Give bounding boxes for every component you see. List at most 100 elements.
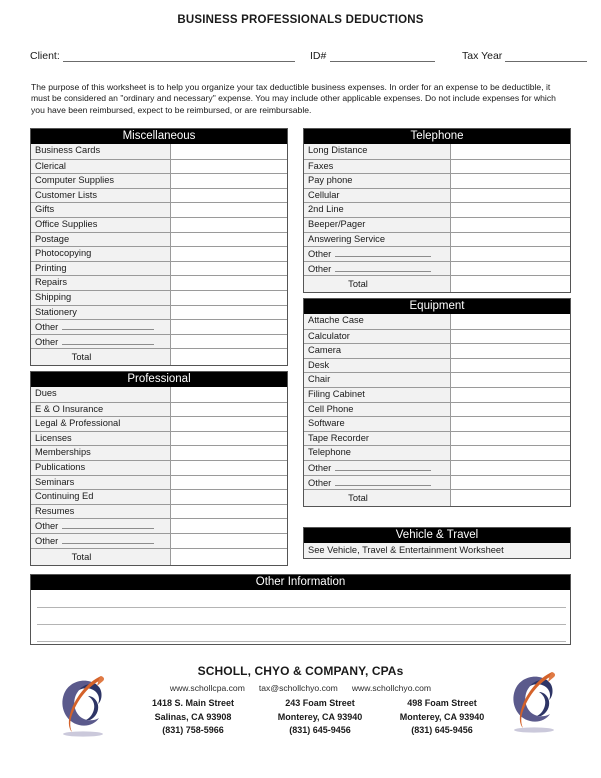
- expense-amount-input[interactable]: [451, 174, 570, 188]
- expense-row: Cellular: [304, 187, 570, 203]
- office-3-street: 498 Foam Street: [407, 698, 477, 708]
- expense-amount-input[interactable]: [451, 232, 570, 247]
- expense-amount-input[interactable]: [171, 144, 287, 159]
- expense-row: Cell Phone: [304, 401, 570, 417]
- expense-label: Cellular: [304, 188, 451, 203]
- expense-label-other: Other: [31, 519, 171, 533]
- expense-amount-input[interactable]: [451, 247, 570, 261]
- other-information-line-3[interactable]: [37, 641, 566, 642]
- expense-amount-input[interactable]: [171, 276, 287, 290]
- expense-label: Gifts: [31, 203, 171, 217]
- expense-amount-input[interactable]: [171, 174, 287, 188]
- expense-amount-input[interactable]: [171, 446, 287, 460]
- other-description-input-line[interactable]: [335, 247, 432, 258]
- expense-amount-input[interactable]: [451, 159, 570, 174]
- expense-amount-input[interactable]: [451, 217, 570, 232]
- expense-amount-input[interactable]: [451, 329, 570, 344]
- other-description-input-line[interactable]: [335, 262, 432, 272]
- total-amount-input[interactable]: [451, 490, 570, 507]
- expense-amount-input[interactable]: [171, 232, 287, 247]
- expense-amount-input[interactable]: [171, 334, 287, 349]
- expense-amount-input[interactable]: [451, 261, 570, 276]
- expense-amount-input[interactable]: [171, 159, 287, 174]
- id-field[interactable]: ID#: [310, 50, 436, 62]
- section-equipment: Equipment Attache Case Calculator Camera De…: [303, 298, 571, 508]
- expense-row: Clerical: [31, 158, 287, 174]
- expense-label: Licenses: [31, 431, 171, 446]
- other-information-write-area[interactable]: [31, 590, 570, 644]
- total-amount-input[interactable]: [451, 276, 570, 293]
- website-primary[interactable]: www.schollcpa.com: [170, 683, 245, 693]
- expense-amount-input[interactable]: [171, 320, 287, 334]
- expense-amount-input[interactable]: [451, 144, 570, 159]
- expense-amount-input[interactable]: [171, 417, 287, 431]
- expense-amount-input[interactable]: [171, 247, 287, 261]
- expense-label: Pay phone: [304, 174, 451, 188]
- rows-equipment: Attache Case Calculator Camera Desk Chair Fil…: [304, 314, 570, 507]
- expense-amount-input[interactable]: [171, 217, 287, 232]
- expense-amount-input[interactable]: [171, 290, 287, 305]
- expense-amount-input[interactable]: [171, 387, 287, 402]
- other-label-text: Other: [35, 322, 59, 333]
- expense-amount-input[interactable]: [451, 344, 570, 358]
- expense-amount-input[interactable]: [171, 533, 287, 548]
- expense-amount-input[interactable]: [171, 475, 287, 490]
- section-vehicle-travel: Vehicle & Travel See Vehicle, Travel & E…: [303, 527, 571, 559]
- expense-amount-input[interactable]: [451, 402, 570, 417]
- other-description-input-line[interactable]: [62, 534, 155, 544]
- expense-amount-input[interactable]: [451, 358, 570, 373]
- expense-row: Beeper/Pager: [304, 216, 570, 232]
- client-input-line[interactable]: [62, 50, 295, 62]
- scholl-chyo-c-logo: [62, 676, 105, 737]
- section-other-information: Other Information: [30, 574, 571, 645]
- tax-year-field[interactable]: Tax Year: [462, 50, 588, 62]
- expense-amount-input[interactable]: [451, 446, 570, 460]
- expense-label: Telephone: [304, 446, 451, 460]
- expense-label: Clerical: [31, 159, 171, 174]
- expense-amount-input[interactable]: [451, 314, 570, 329]
- rows-telephone: Long Distance Faxes Pay phone Cellular 2nd L…: [304, 144, 570, 293]
- expense-amount-input[interactable]: [171, 203, 287, 217]
- expense-amount-input[interactable]: [171, 305, 287, 320]
- total-label: Total: [31, 349, 171, 366]
- expense-row-other: Other: [304, 246, 570, 261]
- other-label-text: Other: [308, 263, 332, 274]
- expense-amount-input[interactable]: [451, 203, 570, 217]
- website-secondary[interactable]: www.schollchyo.com: [352, 683, 431, 693]
- expense-amount-input[interactable]: [451, 387, 570, 402]
- expense-amount-input[interactable]: [171, 519, 287, 533]
- total-amount-input[interactable]: [171, 349, 287, 366]
- other-information-line-2[interactable]: [37, 624, 566, 625]
- id-input-line[interactable]: [330, 50, 436, 62]
- expense-amount-input[interactable]: [171, 402, 287, 417]
- other-information-line-1[interactable]: [37, 607, 566, 608]
- expense-amount-input[interactable]: [451, 373, 570, 387]
- expense-amount-input[interactable]: [171, 188, 287, 203]
- expense-amount-input[interactable]: [451, 417, 570, 431]
- expense-amount-input[interactable]: [171, 504, 287, 519]
- expense-row: Filing Cabinet: [304, 386, 570, 402]
- email-address[interactable]: tax@schollchyo.com: [259, 683, 338, 693]
- other-label-text: Other: [35, 535, 59, 546]
- expense-row: Desk: [304, 357, 570, 373]
- other-description-input-line[interactable]: [335, 476, 432, 486]
- expense-amount-input[interactable]: [171, 490, 287, 504]
- expense-amount-input[interactable]: [451, 431, 570, 446]
- tax-year-input-line[interactable]: [505, 50, 588, 62]
- client-field[interactable]: Client:: [30, 50, 295, 62]
- expense-amount-input[interactable]: [171, 460, 287, 475]
- expense-row: Tape Recorder: [304, 430, 570, 446]
- expense-amount-input[interactable]: [451, 475, 570, 490]
- expense-label: Calculator: [304, 329, 451, 344]
- other-description-input-line[interactable]: [62, 320, 155, 331]
- expense-amount-input[interactable]: [171, 431, 287, 446]
- expense-amount-input[interactable]: [171, 261, 287, 276]
- other-description-input-line[interactable]: [62, 335, 155, 345]
- expense-amount-input[interactable]: [451, 460, 570, 475]
- expense-amount-input[interactable]: [451, 188, 570, 203]
- total-amount-input[interactable]: [171, 548, 287, 565]
- other-description-input-line[interactable]: [335, 461, 432, 471]
- client-identification-row: Client: ID# Tax Year: [30, 50, 588, 66]
- other-description-input-line[interactable]: [62, 519, 155, 530]
- expense-label: Printing: [31, 261, 171, 276]
